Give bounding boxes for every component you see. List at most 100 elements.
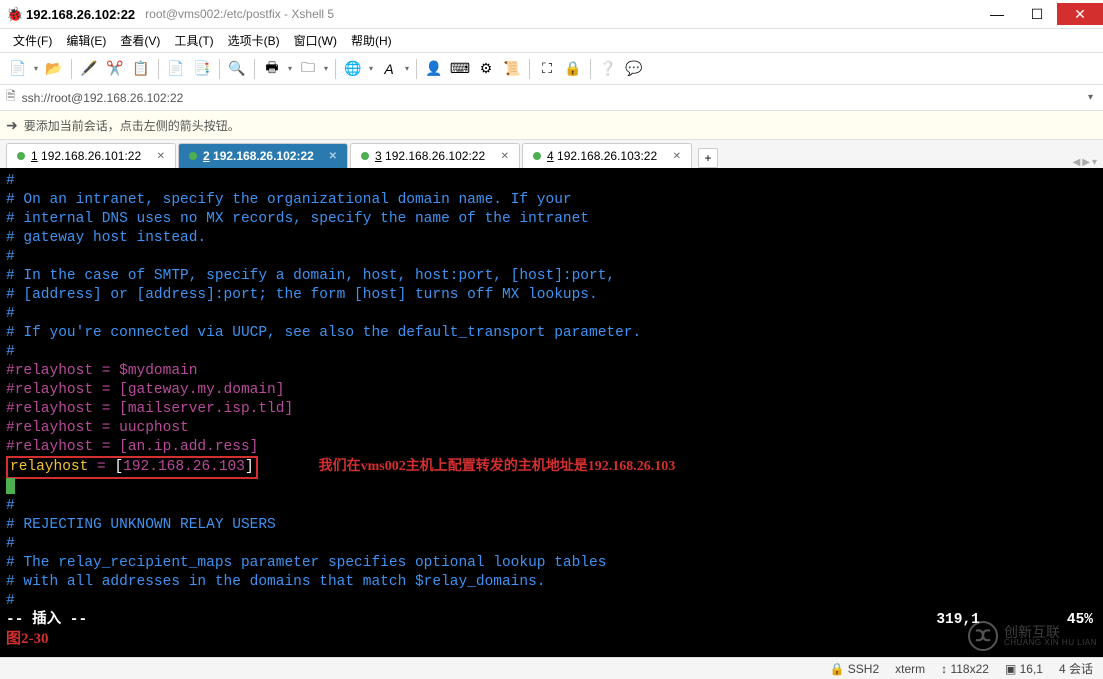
- tab-close-icon[interactable]: ✕: [329, 151, 337, 162]
- setting-line: #relayhost = [gateway.my.domain]: [6, 381, 1097, 400]
- terminal-output[interactable]: # # On an intranet, specify the organiza…: [0, 168, 1103, 657]
- tab-bar: 1 192.168.26.101:22 ✕ 2 192.168.26.102:2…: [0, 140, 1103, 168]
- dropdown-icon[interactable]: ▾: [286, 64, 294, 73]
- fullscreen-icon[interactable]: ⛶: [535, 57, 559, 81]
- session-tab-4[interactable]: 4 192.168.26.103:22 ✕: [522, 143, 692, 168]
- comment-line: #: [6, 305, 1097, 324]
- folder-icon[interactable]: 🗀: [296, 57, 320, 81]
- address-field[interactable]: ssh://root@192.168.26.102:22: [20, 89, 1084, 107]
- paste-icon[interactable]: 📑: [190, 57, 214, 81]
- status-dot-icon: [533, 152, 541, 160]
- dropdown-icon[interactable]: ▾: [403, 64, 411, 73]
- reconnect-icon[interactable]: 🖋️: [77, 57, 101, 81]
- toolbar: 📄▾ 📂 🖋️ ✂️ 📋 📄 📑 🔍 🖶▾ 🗀▾ 🌐▾ A▾ 👤 ⌨ ⚙ 📜 ⛶…: [0, 52, 1103, 84]
- status-dot-icon: [361, 152, 369, 160]
- window-title-sub: root@vms002:/etc/postfix - Xshell 5: [145, 7, 334, 21]
- comment-line: # gateway host instead.: [6, 229, 1097, 248]
- session-tab-3[interactable]: 3 192.168.26.102:22 ✕: [350, 143, 520, 168]
- menu-file[interactable]: 文件(F): [6, 29, 59, 52]
- address-dropdown-icon[interactable]: ▾: [1084, 92, 1097, 103]
- relayhost-config-line: relayhost = [192.168.26.103] 我们在vms002主机…: [6, 457, 1097, 478]
- dropdown-icon[interactable]: ▾: [32, 64, 40, 73]
- comment-line: #: [6, 497, 1097, 516]
- tab-scroll-left-icon[interactable]: ◀: [1073, 157, 1081, 168]
- annotation-text: 我们在vms002主机上配置转发的主机地址是192.168.26.103: [319, 459, 676, 474]
- tab-list-dropdown-icon[interactable]: ▾: [1092, 157, 1097, 168]
- disconnect-icon[interactable]: ✂️: [103, 57, 127, 81]
- tab-close-icon[interactable]: ✕: [501, 151, 509, 162]
- comment-line: # internal DNS uses no MX records, speci…: [6, 210, 1097, 229]
- setting-line: #relayhost = [mailserver.isp.tld]: [6, 400, 1097, 419]
- font-icon[interactable]: A: [377, 57, 401, 81]
- comment-line: # In the case of SMTP, specify a domain,…: [6, 267, 1097, 286]
- cursor-icon: [6, 478, 15, 494]
- menu-view[interactable]: 查看(V): [113, 29, 167, 52]
- chat-icon[interactable]: 💬: [622, 57, 646, 81]
- command-icon[interactable]: ⌨: [448, 57, 472, 81]
- tab-close-icon[interactable]: ✕: [673, 151, 681, 162]
- app-icon: 🐞: [6, 6, 22, 22]
- script-icon[interactable]: 📜: [500, 57, 524, 81]
- help-icon[interactable]: ❔: [596, 57, 620, 81]
- vim-status-line: -- 插入 --319,1 45%: [6, 611, 1097, 630]
- comment-line: #: [6, 592, 1097, 611]
- session-tab-2[interactable]: 2 192.168.26.102:22 ✕: [178, 143, 348, 168]
- highlight-box: relayhost = [192.168.26.103]: [6, 456, 258, 479]
- comment-line: # REJECTING UNKNOWN RELAY USERS: [6, 516, 1097, 535]
- comment-line: # The relay_recipient_maps parameter spe…: [6, 554, 1097, 573]
- close-button[interactable]: ✕: [1057, 3, 1103, 25]
- status-protocol: 🔒 SSH2: [829, 662, 879, 676]
- new-session-icon[interactable]: 📄: [6, 57, 30, 81]
- comment-line: #: [6, 343, 1097, 362]
- comment-line: # [address] or [address]:port; the form …: [6, 286, 1097, 305]
- status-dot-icon: [17, 152, 25, 160]
- menu-tools[interactable]: 工具(T): [167, 29, 220, 52]
- comment-line: #: [6, 248, 1097, 267]
- minimize-button[interactable]: —: [977, 3, 1017, 25]
- setting-line: #relayhost = uucphost: [6, 419, 1097, 438]
- tab-scroll-right-icon[interactable]: ▶: [1082, 157, 1090, 168]
- tab-close-icon[interactable]: ✕: [157, 151, 165, 162]
- maximize-button[interactable]: ☐: [1017, 3, 1057, 25]
- menu-tabs[interactable]: 选项卡(B): [221, 29, 287, 52]
- user-icon[interactable]: 👤: [422, 57, 446, 81]
- menu-edit[interactable]: 编辑(E): [59, 29, 113, 52]
- copy-icon[interactable]: 📄: [164, 57, 188, 81]
- setting-line: #relayhost = $mydomain: [6, 362, 1097, 381]
- lock-small-icon: 🗎: [6, 87, 16, 108]
- open-icon[interactable]: 📂: [42, 57, 66, 81]
- status-dot-icon: [189, 152, 197, 160]
- window-title-bar: 🐞 192.168.26.102:22 root@vms002:/etc/pos…: [0, 0, 1103, 28]
- status-session-count: 4 会话: [1059, 660, 1093, 677]
- setting-line: #relayhost = [an.ip.add.ress]: [6, 438, 1097, 457]
- menu-window[interactable]: 窗口(W): [287, 29, 344, 52]
- session-tab-1[interactable]: 1 192.168.26.101:22 ✕: [6, 143, 176, 168]
- add-tab-button[interactable]: +: [698, 148, 718, 168]
- comment-line: # with all addresses in the domains that…: [6, 573, 1097, 592]
- cursor-line: [6, 478, 1097, 497]
- status-cursor-pos: ▣ 16,1: [1005, 662, 1043, 676]
- dropdown-icon[interactable]: ▾: [322, 64, 330, 73]
- hint-text: 要添加当前会话，点击左侧的箭头按钮。: [24, 117, 240, 134]
- status-bar: 🔒 SSH2 xterm ↕ 118x22 ▣ 16,1 4 会话: [0, 657, 1103, 679]
- figure-caption: 图2-30: [6, 630, 1097, 649]
- properties-icon[interactable]: 📋: [129, 57, 153, 81]
- address-bar: 🗎 ssh://root@192.168.26.102:22 ▾: [0, 84, 1103, 110]
- window-title-main: 192.168.26.102:22: [26, 7, 135, 22]
- comment-line: #: [6, 172, 1097, 191]
- gear-icon[interactable]: ⚙: [474, 57, 498, 81]
- comment-line: # If you're connected via UUCP, see also…: [6, 324, 1097, 343]
- status-term-type: xterm: [895, 662, 925, 676]
- hint-arrow-icon[interactable]: ➜: [6, 117, 18, 134]
- comment-line: # On an intranet, specify the organizati…: [6, 191, 1097, 210]
- menu-help[interactable]: 帮助(H): [344, 29, 399, 52]
- status-window-size: ↕ 118x22: [941, 662, 989, 676]
- print-icon[interactable]: 🖶: [260, 57, 284, 81]
- lock-icon[interactable]: 🔒: [561, 57, 585, 81]
- globe-icon[interactable]: 🌐: [341, 57, 365, 81]
- menu-bar: 文件(F) 编辑(E) 查看(V) 工具(T) 选项卡(B) 窗口(W) 帮助(…: [0, 28, 1103, 52]
- search-icon[interactable]: 🔍: [225, 57, 249, 81]
- comment-line: #: [6, 535, 1097, 554]
- dropdown-icon[interactable]: ▾: [367, 64, 375, 73]
- hint-bar: ➜ 要添加当前会话，点击左侧的箭头按钮。: [0, 110, 1103, 140]
